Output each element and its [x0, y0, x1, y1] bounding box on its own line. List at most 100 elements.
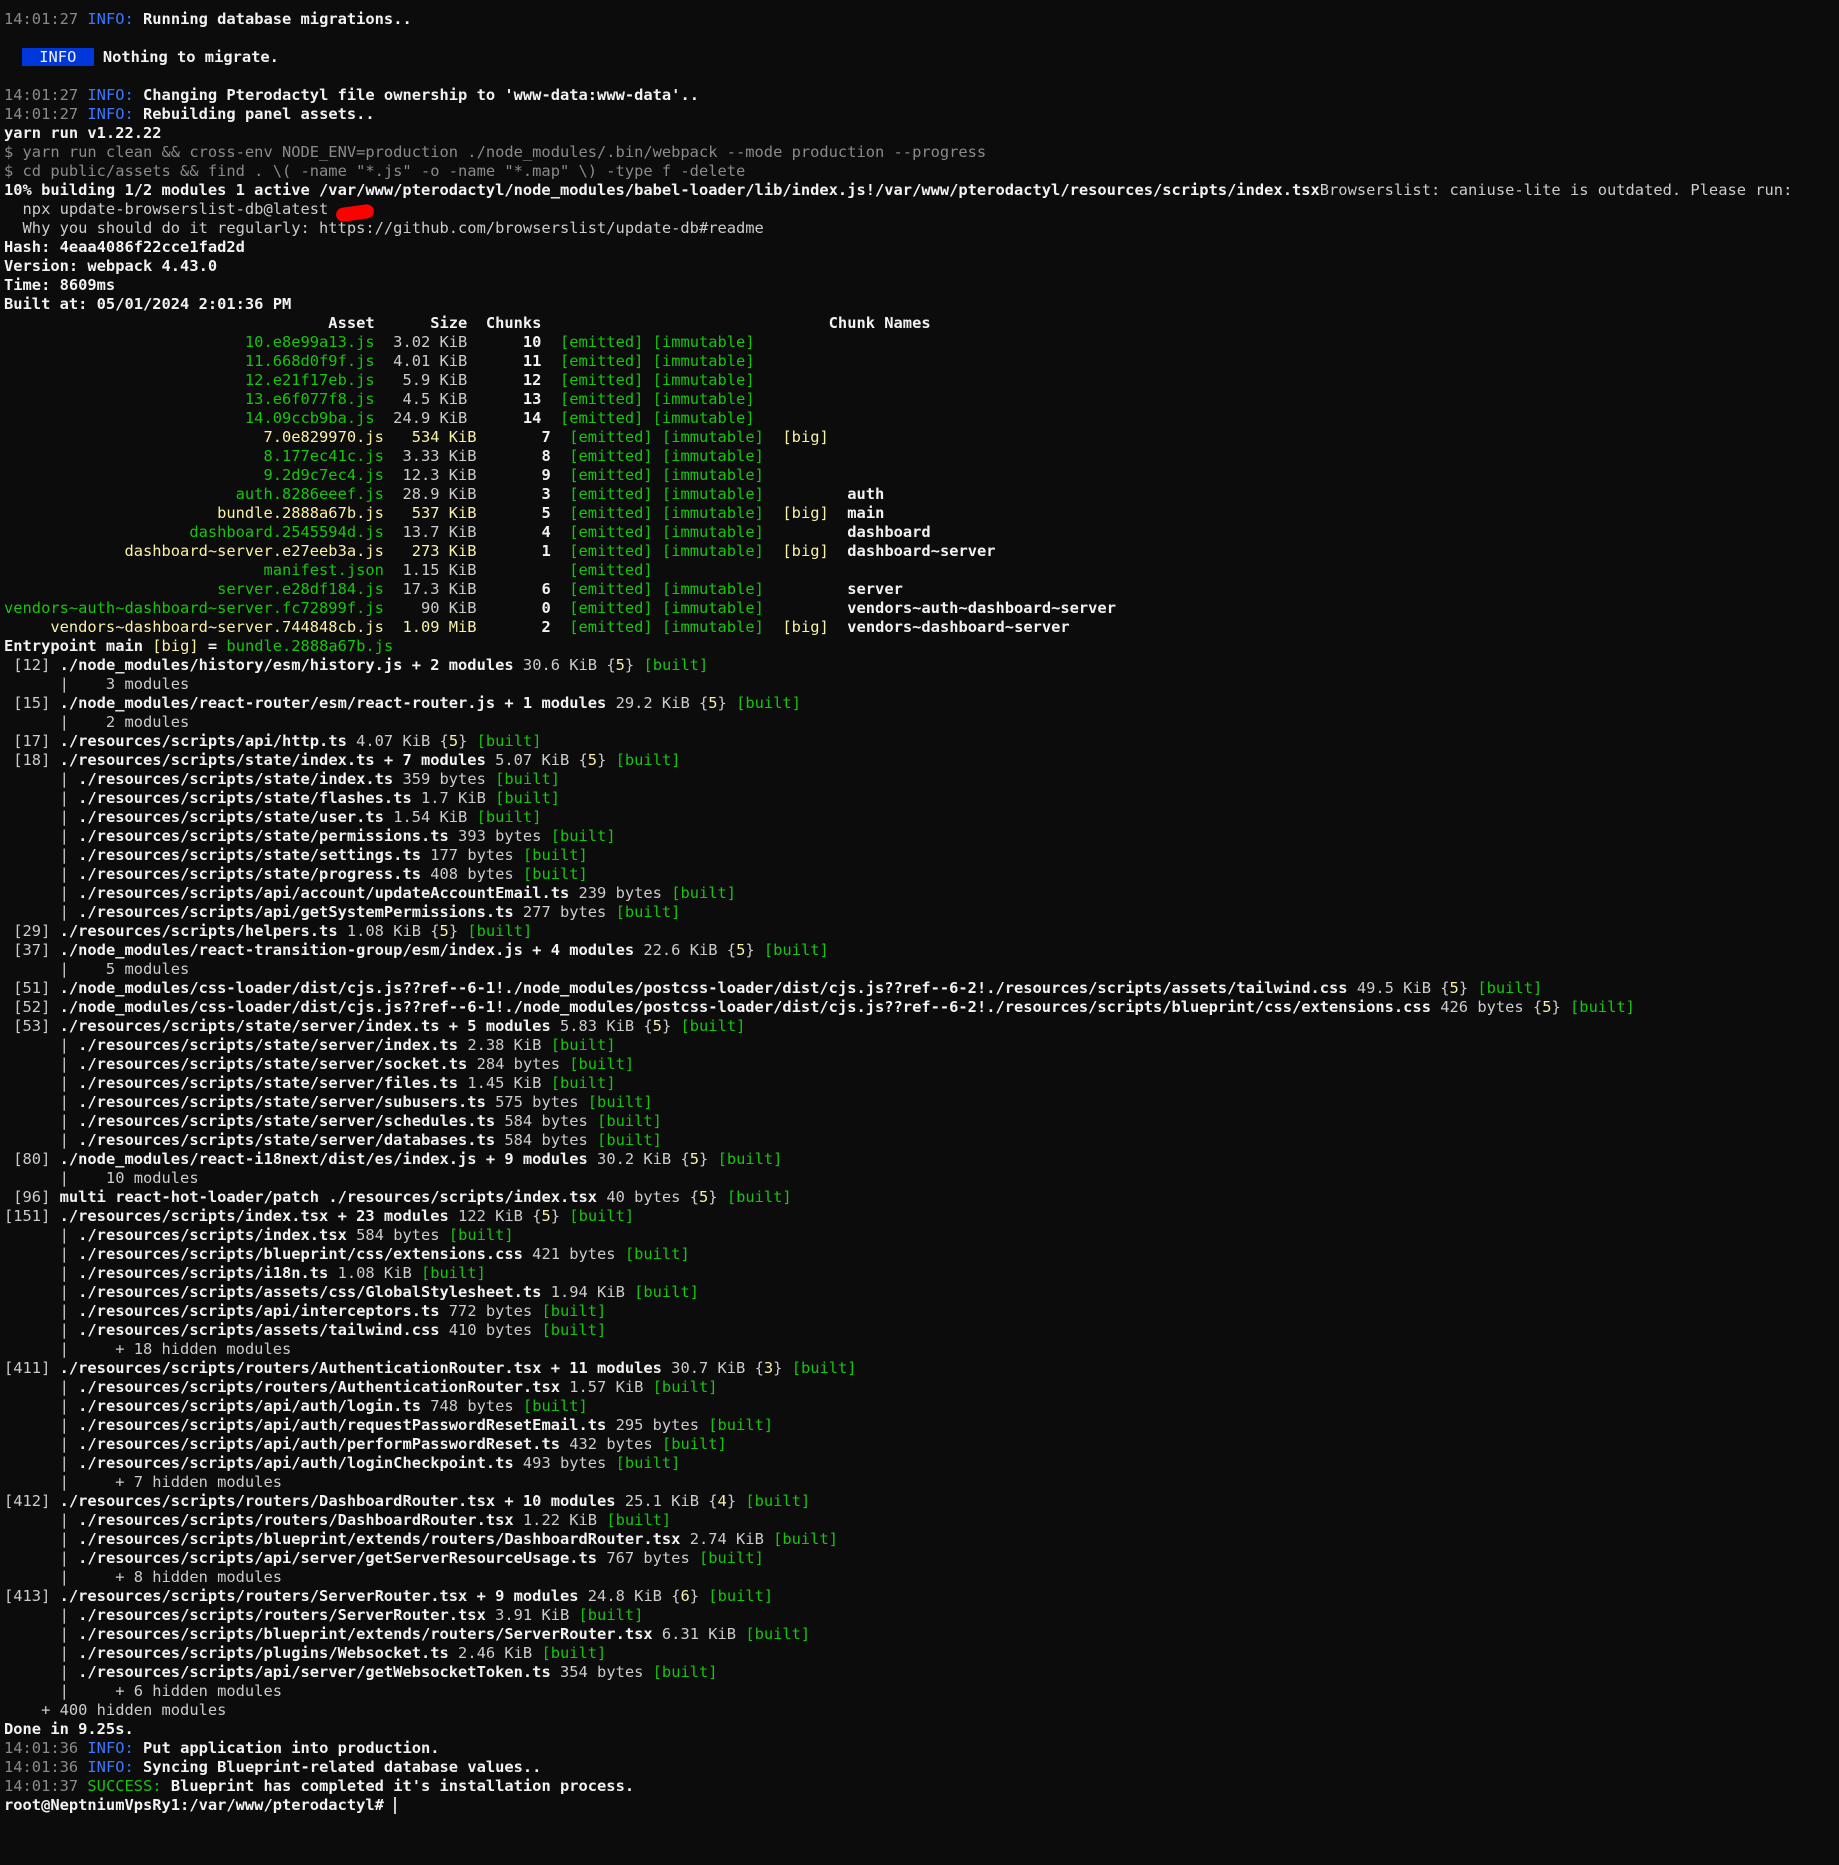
- line-segment: ./resources/scripts/helpers.ts: [59, 922, 338, 940]
- line-segment: INFO:: [87, 1739, 134, 1757]
- line-segment: [emitted] [immutable]: [569, 485, 764, 503]
- line-segment: [551, 599, 570, 617]
- line-segment: 40 bytes: [597, 1188, 690, 1206]
- line-segment: 30.6 KiB: [513, 656, 607, 674]
- terminal-output[interactable]: 14:01:27 INFO: Running database migratio…: [4, 10, 1834, 1815]
- line-segment: |: [4, 808, 79, 826]
- line-segment: [built]: [726, 694, 801, 712]
- line-segment: |: [4, 1511, 79, 1529]
- line-segment: |: [4, 1644, 79, 1662]
- line-segment: }: [726, 1492, 737, 1510]
- line-segment: ./node_modules/history/esm/history.js + …: [59, 656, 514, 674]
- terminal-line: [12] ./node_modules/history/esm/history.…: [4, 656, 1834, 675]
- line-segment: [built]: [745, 1625, 811, 1643]
- line-segment: ./resources/scripts/blueprint/css/extens…: [78, 1245, 523, 1263]
- line-segment: ./resources/scripts/api/auth/performPass…: [78, 1435, 560, 1453]
- line-segment: 1.15 KiB: [383, 561, 570, 579]
- terminal-line: | ./resources/scripts/state/permissions.…: [4, 827, 1834, 846]
- terminal-line: | ./resources/scripts/api/server/getWebs…: [4, 1663, 1834, 1682]
- line-segment: 359 bytes: [393, 770, 496, 788]
- line-segment: |: [4, 789, 79, 807]
- line-segment: }: [717, 694, 727, 712]
- line-segment: Hash: 4eaa4086f22cce1fad2d: [4, 238, 245, 256]
- line-segment: ./resources/scripts/state/index.ts: [78, 770, 394, 788]
- line-segment: [17]: [4, 732, 60, 750]
- line-segment: 284 bytes: [467, 1055, 570, 1073]
- line-segment: 1.54 KiB: [383, 808, 477, 826]
- terminal-line: 14:01:27 INFO: Rebuilding panel assets..: [4, 105, 1834, 124]
- terminal-line: | ./resources/scripts/index.tsx 584 byte…: [4, 1226, 1834, 1245]
- line-segment: [built]: [578, 1606, 644, 1624]
- line-segment: [built]: [476, 808, 542, 826]
- line-segment: 295 bytes: [606, 1416, 709, 1434]
- line-segment: 5: [541, 1207, 551, 1225]
- line-segment: ./resources/scripts/assets/css/GlobalSty…: [78, 1283, 542, 1301]
- line-segment: ./node_modules/css-loader/dist/cjs.js??r…: [59, 979, 1348, 997]
- line-segment: {: [439, 732, 449, 750]
- line-segment: 8: [541, 447, 551, 465]
- line-segment: {: [1532, 998, 1543, 1016]
- line-segment: 6.31 KiB: [652, 1625, 746, 1643]
- line-segment: [551, 485, 570, 503]
- line-segment: [551, 542, 570, 560]
- line-segment: 3: [541, 485, 551, 503]
- line-segment: [built]: [597, 1112, 662, 1130]
- line-segment: 534 KiB: [383, 428, 542, 446]
- line-segment: ./resources/scripts/api/auth/requestPass…: [78, 1416, 607, 1434]
- terminal-line: | ./resources/scripts/routers/ServerRout…: [4, 1606, 1834, 1625]
- terminal-line: 13.e6f077f8.js 4.5 KiB 13 [emitted] [imm…: [4, 390, 1834, 409]
- line-segment: 29.2 KiB: [606, 694, 699, 712]
- line-segment: Time: 8609ms: [4, 276, 116, 294]
- line-segment: [built]: [624, 1245, 690, 1263]
- line-segment: [built]: [634, 656, 709, 674]
- line-segment: 1.45 KiB: [458, 1074, 551, 1092]
- line-segment: {: [643, 1017, 653, 1035]
- text-cursor: [394, 1797, 397, 1814]
- line-segment: }: [458, 732, 468, 750]
- line-segment: 14:01:36: [4, 1739, 88, 1757]
- line-segment: 4: [717, 1492, 727, 1510]
- line-segment: [emitted] [immutable]: [569, 504, 764, 522]
- terminal-line: | ./resources/scripts/api/server/getServ…: [4, 1549, 1834, 1568]
- line-segment: | + 7 hidden modules: [4, 1473, 282, 1491]
- line-segment: ./resources/scripts/state/server/files.t…: [78, 1074, 459, 1092]
- line-segment: [53]: [4, 1017, 60, 1035]
- line-segment: [built]: [671, 884, 737, 902]
- line-segment: 49.5 KiB: [1347, 979, 1441, 997]
- line-segment: [80]: [4, 1150, 60, 1168]
- line-segment: {: [1440, 979, 1450, 997]
- line-segment: 3: [763, 1359, 774, 1377]
- line-segment: 1.09 MiB: [383, 618, 542, 636]
- line-segment: }: [708, 1188, 718, 1206]
- line-segment: 10: [522, 333, 542, 351]
- line-segment: ./resources/scripts/state/user.ts: [78, 808, 384, 826]
- line-segment: 4.5 KiB: [374, 390, 523, 408]
- line-segment: 12.3 KiB: [383, 466, 542, 484]
- line-segment: [built]: [541, 1321, 607, 1339]
- terminal-line: | 10 modules: [4, 1169, 1834, 1188]
- terminal-line: | 2 modules: [4, 713, 1834, 732]
- line-segment: [551, 466, 570, 484]
- line-segment: 8.177ec41c.js: [4, 447, 384, 465]
- line-segment: Nothing to migrate.: [93, 48, 279, 66]
- line-segment: |: [4, 846, 79, 864]
- terminal-line: Asset Size Chunks Chunk Names: [4, 314, 1834, 333]
- line-segment: 13: [522, 390, 542, 408]
- line-segment: 354 bytes: [550, 1663, 653, 1681]
- line-segment: Put application into production.: [133, 1739, 440, 1757]
- line-segment: [built]: [1468, 979, 1543, 997]
- line-segment: 1.08 KiB: [337, 922, 431, 940]
- shell-prompt-line[interactable]: root@NeptniumVpsRy1:/var/www/pterodactyl…: [4, 1796, 1834, 1815]
- terminal-line: | 3 modules: [4, 675, 1834, 694]
- line-segment: 2.74 KiB: [680, 1530, 774, 1548]
- line-segment: {: [754, 1359, 764, 1377]
- terminal-line: bundle.2888a67b.js 537 KiB 5 [emitted] […: [4, 504, 1834, 523]
- line-segment: [built]: [717, 1188, 792, 1206]
- line-segment: |: [4, 1302, 79, 1320]
- line-segment: [96]: [4, 1188, 60, 1206]
- line-segment: [built]: [467, 732, 542, 750]
- line-segment: ./resources/scripts/api/server/getServer…: [78, 1549, 598, 1567]
- terminal-line: + 400 hidden modules: [4, 1701, 1834, 1720]
- line-segment: |: [4, 1530, 79, 1548]
- line-segment: [emitted] [immutable]: [560, 371, 755, 389]
